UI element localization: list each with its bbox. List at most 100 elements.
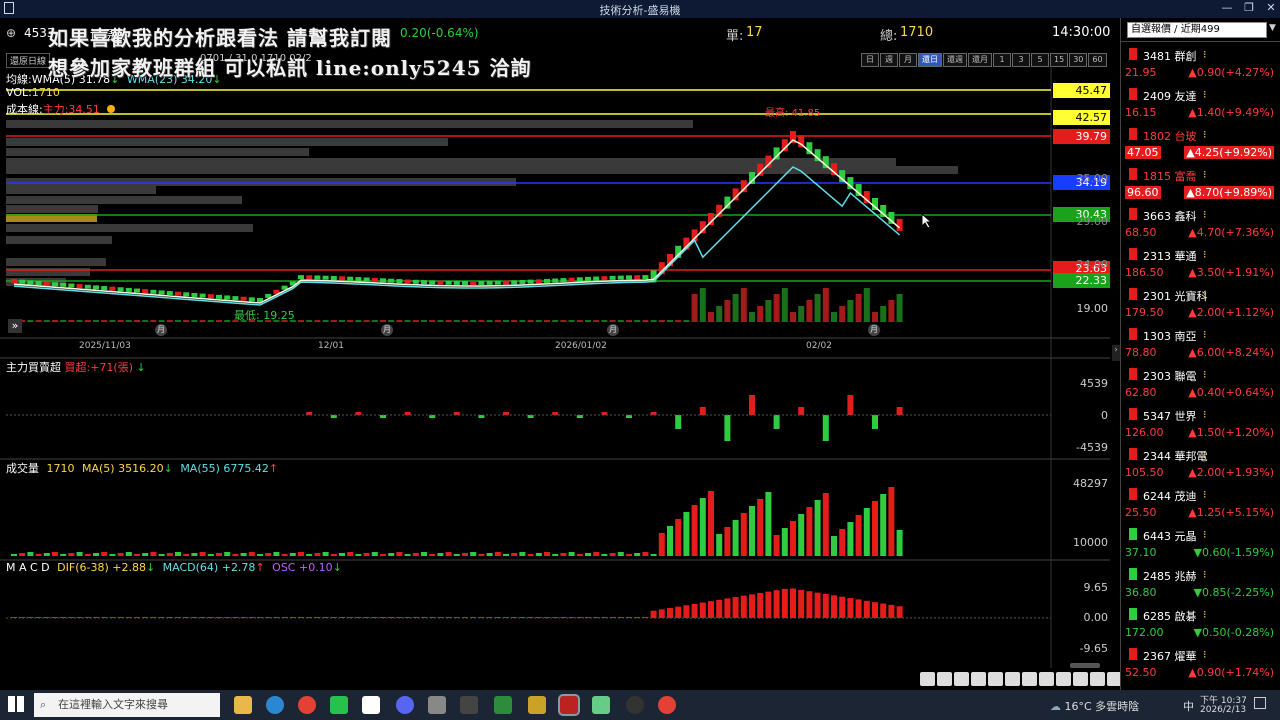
minimize-button[interactable]: — xyxy=(1218,1,1236,17)
restore-button[interactable]: ❐ xyxy=(1240,1,1258,17)
period-button-2[interactable]: 月 xyxy=(899,53,917,67)
period-button-11[interactable]: 60 xyxy=(1088,53,1107,67)
watchlist-item[interactable]: 1802 台玻 ⁝ 47.05 ▲4.25(+9.92%) xyxy=(1121,122,1280,162)
app-green-icon[interactable] xyxy=(494,696,512,714)
chevron-down-icon[interactable]: ▼ xyxy=(1269,23,1276,33)
info-icon[interactable]: ⁝ xyxy=(1203,48,1207,61)
info-icon[interactable]: ⁝ xyxy=(1203,488,1207,501)
print-tool-icon[interactable] xyxy=(971,672,986,686)
taskbar-search[interactable]: ⌕ 在這裡輸入文字來搜尋 xyxy=(34,693,220,717)
grid-tool-icon[interactable] xyxy=(954,672,969,686)
cursor-tool-icon[interactable] xyxy=(988,672,1003,686)
candle xyxy=(347,276,354,281)
close-button[interactable]: ✕ xyxy=(1262,1,1280,17)
watchlist-item[interactable]: 2303 聯電 ⁝ 62.80 ▲0.40(+0.64%) xyxy=(1121,362,1280,402)
discord-icon[interactable] xyxy=(396,696,414,714)
period-button-5[interactable]: 還月 xyxy=(968,53,992,67)
watchlist-item[interactable]: 5347 世界 ⁝ 126.00 ▲1.50(+1.20%) xyxy=(1121,402,1280,442)
info-icon[interactable]: ⁝ xyxy=(1203,648,1207,661)
volume-profile-bar xyxy=(6,205,98,213)
info-icon[interactable]: ⁝ xyxy=(1203,88,1207,101)
info-icon[interactable]: ⁝ xyxy=(1203,448,1207,461)
notepad-icon[interactable] xyxy=(362,696,380,714)
watchlist-item[interactable]: 2409 友達 ⁝ 16.15 ▲1.40(+9.49%) xyxy=(1121,82,1280,122)
expand-icon[interactable]: » xyxy=(8,319,22,333)
eye-tool-icon[interactable] xyxy=(1056,672,1071,686)
horizontal-scrollbar[interactable] xyxy=(1070,663,1100,668)
chart-area[interactable] xyxy=(0,68,1112,668)
note-tool-icon[interactable] xyxy=(920,672,935,686)
watchlist-item[interactable]: 2313 華通 ⁝ 186.50 ▲3.50(+1.91%) xyxy=(1121,242,1280,282)
watchlist-item[interactable]: 2301 光寶科 ⁝ 179.50 ▲2.00(+1.12%) xyxy=(1121,282,1280,322)
file-explorer-icon[interactable] xyxy=(234,696,252,714)
chrome-2-icon[interactable] xyxy=(658,696,676,714)
period-button-10[interactable]: 30 xyxy=(1069,53,1088,67)
volume-bar xyxy=(863,508,870,556)
watchlist-item[interactable]: 3663 鑫科 ⁝ 68.50 ▲4.70(+7.36%) xyxy=(1121,202,1280,242)
refresh-tool-icon[interactable] xyxy=(1073,672,1088,686)
period-button-0[interactable]: 日 xyxy=(861,53,879,67)
app-grid-icon[interactable] xyxy=(592,696,610,714)
watchlist-item[interactable]: 6443 元晶 ⁝ 37.10 ▼0.60(-1.59%) xyxy=(1121,522,1280,562)
restore-tag[interactable]: 還原日線 xyxy=(6,53,51,68)
period-button-4[interactable]: 還週 xyxy=(943,53,967,67)
watchlist-item[interactable]: 2367 燿華 ⁝ 52.50 ▲0.90(+1.74%) xyxy=(1121,642,1280,682)
info-icon[interactable]: ⁝ xyxy=(1203,528,1207,541)
watchlist-selector[interactable]: 自選報價 / 近期499 xyxy=(1127,22,1267,38)
watchlist-item[interactable]: 2344 華邦電 ⁝ 105.50 ▲2.00(+1.93%) xyxy=(1121,442,1280,482)
main-volume-bar xyxy=(872,312,878,322)
draw-tool-icon[interactable] xyxy=(937,672,952,686)
info-icon[interactable]: ⁝ xyxy=(1203,208,1207,221)
period-button-3[interactable]: 還日 xyxy=(918,53,942,67)
fork-tool-icon[interactable] xyxy=(1039,672,1054,686)
main-force-bar xyxy=(749,395,755,415)
start-icon[interactable] xyxy=(8,696,24,712)
info-icon[interactable]: ⁝ xyxy=(1203,328,1207,341)
info-icon[interactable]: ⁝ xyxy=(1203,288,1207,301)
watchlist-item[interactable]: 6244 茂迪 ⁝ 25.50 ▲1.25(+5.15%) xyxy=(1121,482,1280,522)
main-volume-bar xyxy=(617,320,624,322)
period-button-1[interactable]: 週 xyxy=(880,53,898,67)
calculator-icon[interactable] xyxy=(428,696,446,714)
camera-icon[interactable] xyxy=(460,696,478,714)
info-icon[interactable]: ⁝ xyxy=(1203,168,1207,181)
minus-tool-icon[interactable] xyxy=(1090,672,1105,686)
info-icon[interactable]: ⁝ xyxy=(1203,128,1207,141)
app-gold-icon[interactable] xyxy=(528,696,546,714)
ime-indicator[interactable]: 中 xyxy=(1183,698,1194,714)
watchlist-item[interactable]: 6285 啟碁 ⁝ 172.00 ▼0.50(-0.28%) xyxy=(1121,602,1280,642)
volume-bar xyxy=(749,506,755,556)
collapse-sidebar-icon[interactable]: › xyxy=(1112,345,1120,361)
watchlist-item[interactable]: 3481 群創 ⁝ 21.95 ▲0.90(+4.27%) xyxy=(1121,42,1280,82)
volume-bar xyxy=(806,507,813,556)
line-icon[interactable] xyxy=(330,696,348,714)
candle xyxy=(125,287,132,292)
info-icon[interactable]: ⁝ xyxy=(1203,368,1207,381)
watchlist-item[interactable]: 1303 南亞 ⁝ 78.80 ▲6.00(+8.24%) xyxy=(1121,322,1280,362)
candle-icon xyxy=(1129,248,1137,260)
info-icon[interactable]: ⁝ xyxy=(1203,248,1207,261)
edge-icon[interactable] xyxy=(266,696,284,714)
period-button-6[interactable]: 1 xyxy=(993,53,1011,67)
watchlist-item[interactable]: 1815 富喬 ⁝ 96.60 ▲8.70(+9.89%) xyxy=(1121,162,1280,202)
period-button-9[interactable]: 15 xyxy=(1050,53,1069,67)
trading-app-icon[interactable] xyxy=(558,694,580,716)
info-icon[interactable]: ⁝ xyxy=(1203,568,1207,581)
list-tool-icon[interactable] xyxy=(1022,672,1037,686)
notification-icon[interactable] xyxy=(1254,697,1266,709)
info-icon[interactable]: ⁝ xyxy=(1203,608,1207,621)
app-dark-icon[interactable] xyxy=(626,696,644,714)
pin-tool-icon[interactable] xyxy=(1005,672,1020,686)
info-icon[interactable]: ⁝ xyxy=(1203,408,1207,421)
main-volume-bar xyxy=(306,320,313,322)
low-marker: 最低: 19.25 xyxy=(234,309,295,322)
volume-profile-bar xyxy=(6,268,90,276)
add-icon[interactable]: ⊕ xyxy=(6,26,16,40)
panel4-tick-zero: 0.00 xyxy=(1083,611,1109,624)
watchlist-code: 3663 鑫科 xyxy=(1143,210,1197,223)
watchlist-item[interactable]: 2485 兆赫 ⁝ 36.80 ▼0.85(-2.25%) xyxy=(1121,562,1280,602)
period-button-8[interactable]: 5 xyxy=(1031,53,1049,67)
chrome-icon[interactable] xyxy=(298,696,316,714)
period-button-7[interactable]: 3 xyxy=(1012,53,1030,67)
macd-histogram-bar xyxy=(831,595,837,618)
